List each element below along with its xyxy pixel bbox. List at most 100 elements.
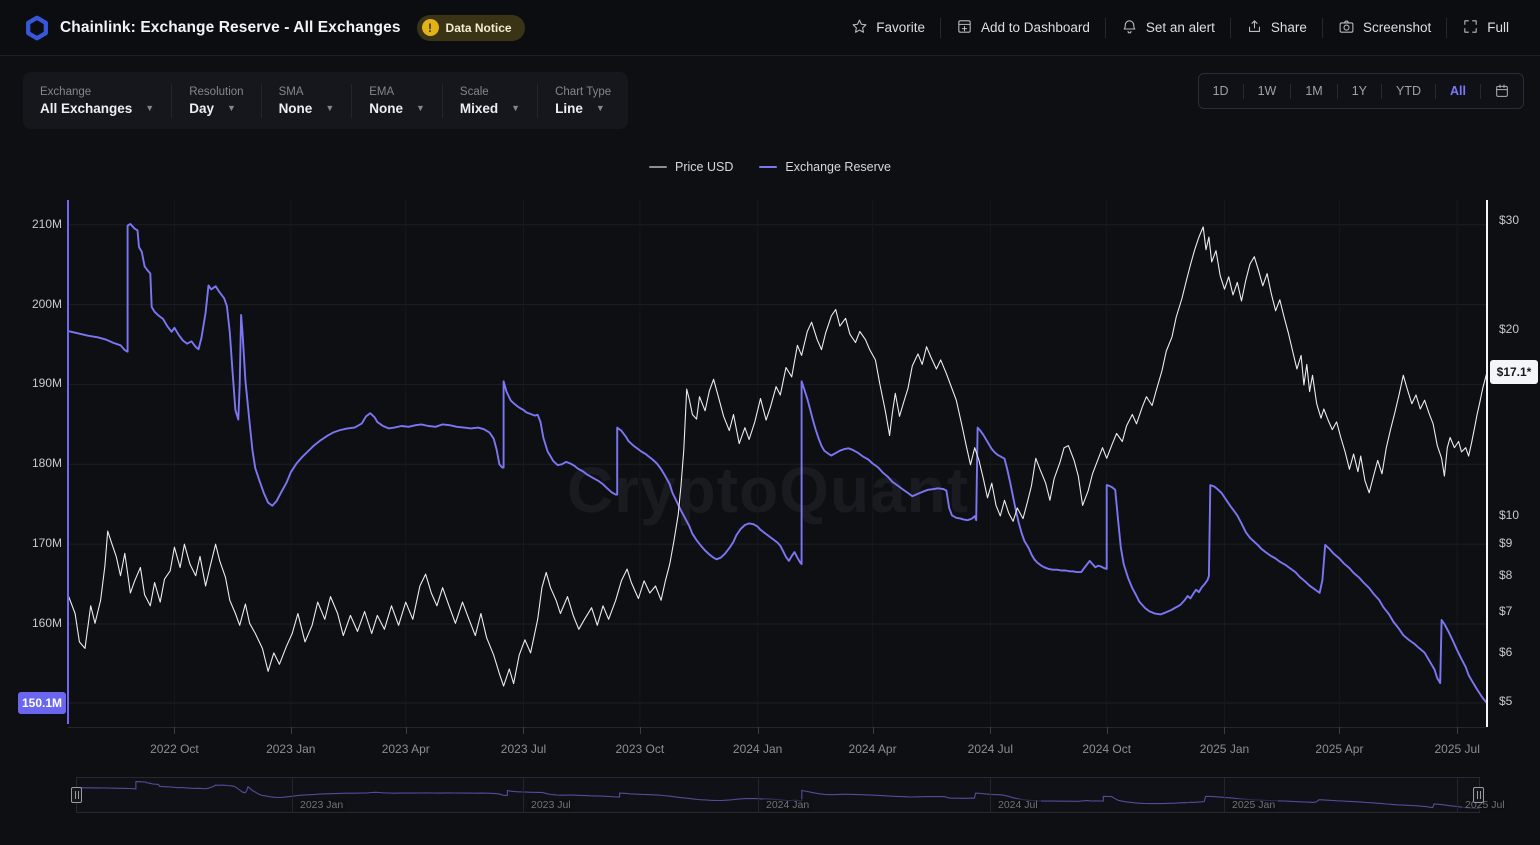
x-axis-tick-label: 2024 Jul bbox=[968, 742, 1013, 756]
full-button[interactable]: Full bbox=[1447, 18, 1524, 38]
x-axis-tick bbox=[1107, 727, 1108, 734]
x-axis-tick-label: 2023 Jul bbox=[501, 742, 546, 756]
legend-item-price-usd[interactable]: Price USD bbox=[649, 160, 733, 174]
legend-item-exchange-reserve[interactable]: Exchange Reserve bbox=[759, 160, 891, 174]
header: Chainlink: Exchange Reserve - All Exchan… bbox=[0, 0, 1540, 56]
minimap-gridline bbox=[758, 778, 759, 812]
left-axis-tick-label: 160M bbox=[0, 616, 62, 630]
alert-icon: ! bbox=[422, 19, 439, 36]
reserve-current-value-badge: 150.1M bbox=[18, 692, 66, 714]
share-button[interactable]: Share bbox=[1231, 18, 1322, 38]
header-left: Chainlink: Exchange Reserve - All Exchan… bbox=[0, 15, 525, 41]
calendar-icon[interactable] bbox=[1481, 83, 1523, 99]
x-axis-tick-label: 2024 Jan bbox=[733, 742, 782, 756]
fullscreen-icon bbox=[1462, 18, 1479, 38]
minimap-tick-label: 2024 Jul bbox=[995, 799, 1041, 811]
minimap-tick-label: 2025 Jul bbox=[1462, 799, 1508, 811]
add-dashboard-icon bbox=[956, 18, 973, 38]
main-chart[interactable] bbox=[68, 200, 1487, 727]
cryptoquant-chart-page: Chainlink: Exchange Reserve - All Exchan… bbox=[0, 0, 1540, 845]
data-notice-badge[interactable]: ! Data Notice bbox=[417, 15, 525, 41]
minimap-gridline bbox=[523, 778, 524, 812]
filter-label: Chart Type bbox=[555, 86, 611, 98]
filter-value: Mixed bbox=[460, 101, 498, 116]
minimap-tick-label: 2023 Jan bbox=[297, 799, 346, 811]
range-button-1w[interactable]: 1W bbox=[1244, 84, 1291, 98]
x-axis-tick bbox=[406, 727, 407, 734]
x-axis-tick-label: 2025 Jan bbox=[1200, 742, 1249, 756]
x-axis-tick-label: 2023 Apr bbox=[382, 742, 430, 756]
right-axis-tick-label: $30 bbox=[1499, 213, 1519, 227]
filter-chart-type[interactable]: Chart Type Line ▼ bbox=[538, 86, 628, 116]
favorite-button[interactable]: Favorite bbox=[836, 18, 940, 38]
screenshot-button[interactable]: Screenshot bbox=[1323, 18, 1446, 38]
x-axis-tick bbox=[291, 727, 292, 734]
chevron-down-icon: ▼ bbox=[511, 103, 520, 113]
right-axis-tick-label: $6 bbox=[1499, 645, 1512, 659]
x-axis-tick bbox=[758, 727, 759, 734]
header-actions: Favorite Add to Dashboard Set an alert Shar… bbox=[836, 18, 1540, 38]
legend-label: Exchange Reserve bbox=[785, 160, 891, 174]
right-axis-tick-label: $7 bbox=[1499, 604, 1512, 618]
action-label: Set an alert bbox=[1146, 20, 1215, 35]
x-axis-tick bbox=[523, 727, 524, 734]
filter-value: None bbox=[279, 101, 313, 116]
filter-label: Scale bbox=[460, 86, 520, 98]
x-axis-tick bbox=[174, 727, 175, 734]
filter-sma[interactable]: SMA None ▼ bbox=[262, 86, 352, 116]
chart-legend: Price USD Exchange Reserve bbox=[0, 160, 1540, 174]
left-axis-tick-label: 210M bbox=[0, 217, 62, 231]
range-button-all[interactable]: All bbox=[1436, 84, 1480, 98]
minimap-gridline bbox=[292, 778, 293, 812]
x-axis-tick bbox=[1224, 727, 1225, 734]
range-minimap[interactable]: 2023 Jan2023 Jul2024 Jan2024 Jul2025 Jan… bbox=[76, 777, 1480, 813]
bell-icon bbox=[1121, 18, 1138, 38]
range-button-1m[interactable]: 1M bbox=[1291, 84, 1336, 98]
filter-exchange[interactable]: Exchange All Exchanges ▼ bbox=[23, 86, 171, 116]
right-axis-tick-label: $10 bbox=[1499, 508, 1519, 522]
x-axis-tick-label: 2022 Oct bbox=[150, 742, 199, 756]
add-to-dashboard-button[interactable]: Add to Dashboard bbox=[941, 18, 1105, 38]
minimap-gridline bbox=[1457, 778, 1458, 812]
action-label: Share bbox=[1271, 20, 1307, 35]
x-axis-tick bbox=[1339, 727, 1340, 734]
filter-value: None bbox=[369, 101, 403, 116]
filter-value: Day bbox=[189, 101, 214, 116]
x-axis-tick bbox=[640, 727, 641, 734]
action-label: Favorite bbox=[876, 20, 925, 35]
set-an-alert-button[interactable]: Set an alert bbox=[1106, 18, 1230, 38]
range-button-ytd[interactable]: YTD bbox=[1382, 84, 1435, 98]
range-button-1y[interactable]: 1Y bbox=[1338, 84, 1381, 98]
action-label: Add to Dashboard bbox=[981, 20, 1090, 35]
time-range-selector: 1D1W1M1YYTDAll bbox=[1198, 73, 1524, 109]
right-axis-tick-label: $20 bbox=[1499, 322, 1519, 336]
filter-value: Line bbox=[555, 101, 583, 116]
chevron-down-icon: ▼ bbox=[416, 103, 425, 113]
right-axis-tick-label: $9 bbox=[1499, 536, 1512, 550]
filter-label: Resolution bbox=[189, 86, 243, 98]
filter-label: EMA bbox=[369, 86, 425, 98]
filter-ema[interactable]: EMA None ▼ bbox=[352, 86, 442, 116]
x-axis-tick-label: 2024 Oct bbox=[1082, 742, 1131, 756]
x-axis-tick bbox=[1457, 727, 1458, 734]
legend-dash bbox=[649, 166, 667, 169]
left-axis-tick-label: 180M bbox=[0, 456, 62, 470]
chevron-down-icon: ▼ bbox=[596, 103, 605, 113]
filter-label: SMA bbox=[279, 86, 335, 98]
minimap-gridline bbox=[990, 778, 991, 812]
right-axis-line bbox=[1486, 200, 1488, 727]
filter-scale[interactable]: Scale Mixed ▼ bbox=[443, 86, 537, 116]
range-button-1d[interactable]: 1D bbox=[1199, 84, 1243, 98]
minimap-right-handle[interactable] bbox=[1473, 787, 1484, 803]
chevron-down-icon: ▼ bbox=[145, 103, 154, 113]
star-icon bbox=[851, 18, 868, 38]
chainlink-logo-icon bbox=[24, 15, 50, 41]
x-axis-tick-label: 2025 Jul bbox=[1435, 742, 1480, 756]
filter-value: All Exchanges bbox=[40, 101, 132, 116]
share-icon bbox=[1246, 18, 1263, 38]
left-axis-tick-label: 170M bbox=[0, 536, 62, 550]
minimap-left-handle[interactable] bbox=[71, 787, 82, 803]
action-label: Screenshot bbox=[1363, 20, 1431, 35]
minimap-tick-label: 2024 Jan bbox=[763, 799, 812, 811]
filter-resolution[interactable]: Resolution Day ▼ bbox=[172, 86, 260, 116]
